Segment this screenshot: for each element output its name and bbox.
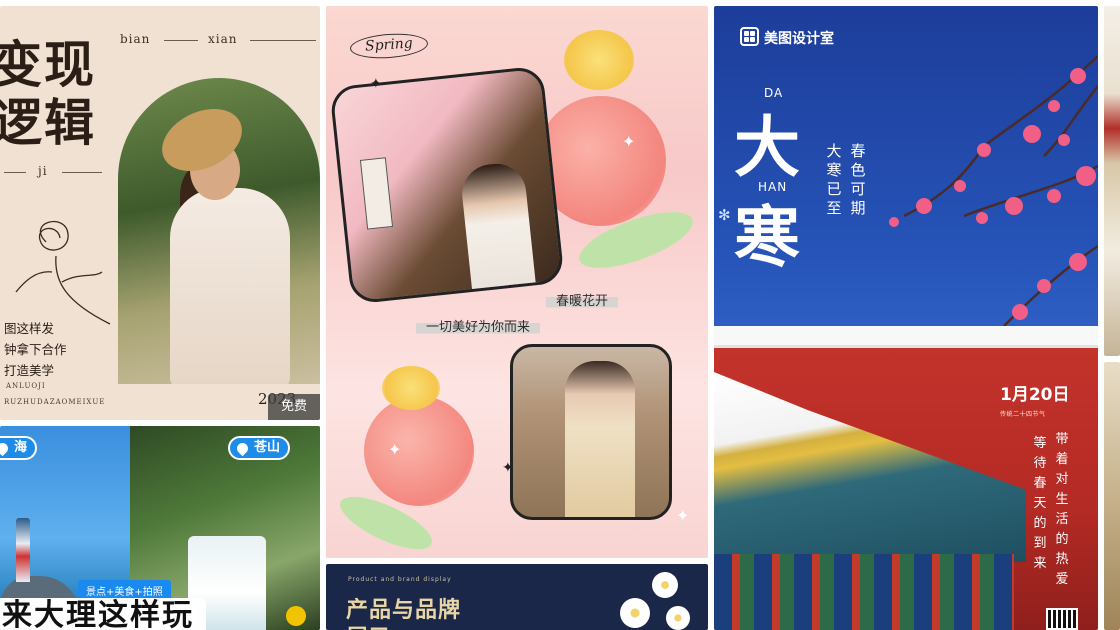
spring-label: Spring [349, 31, 429, 61]
template-card-product-brand[interactable]: Product and brand display 产品与品牌 展示 [326, 564, 708, 630]
pinyin-label: DA [764, 86, 784, 100]
rose-line-art-icon [15, 220, 111, 325]
template-card-dali-travel[interactable]: 海 苍山 景点+美食+拍照 来大理这样玩 [0, 426, 320, 630]
date-label: 1月20日 传统二十四节气 [1000, 385, 1070, 418]
divider [4, 172, 26, 173]
flower-icon [620, 598, 650, 628]
template-card-monetization[interactable]: 变现 逻辑 bian xian ji 图这样发 钟拿下合作 打造美学 ANLUO… [0, 6, 320, 420]
template-card-partial[interactable] [1104, 6, 1120, 356]
sparkle-icon: ✦ [388, 440, 402, 459]
pinyin-label: bian [120, 32, 151, 46]
location-pin-tag: 苍山 [228, 436, 291, 460]
location-pin-tag: 海 [0, 436, 38, 460]
card-title: 变现 逻辑 [0, 35, 96, 152]
snowflake-icon: ✻ [718, 206, 731, 224]
card-title-line2: 展示 [346, 620, 390, 630]
divider [164, 40, 198, 41]
photo-lighthouse [16, 518, 30, 582]
flower-icon [652, 572, 678, 598]
location-pin-icon [0, 440, 11, 457]
meitu-logo-icon [740, 27, 759, 46]
template-card-dahan[interactable]: 美图设计室 DA 大 HAN 寒 大寒已至 春色可期 ✻ 1月20日 传统二十四… [714, 6, 1098, 630]
pinyin-label: ji [38, 164, 48, 178]
flower-icon [666, 606, 690, 630]
plum-blossom-branch [889, 55, 1098, 326]
photo-woman-tree [510, 344, 672, 520]
card-small-label: Product and brand display [348, 576, 452, 583]
hanzi-han: 寒 [734, 198, 800, 276]
card-headline: 来大理这样玩 [0, 598, 206, 630]
card-subtitle: RUZHUDAZAOMEIXUE [4, 398, 106, 406]
sparkle-icon: ✦ [622, 132, 636, 151]
location-pin-icon [234, 440, 251, 457]
template-card-partial[interactable] [1104, 362, 1120, 630]
vertical-text: 等待春天的到来 [1033, 436, 1047, 571]
photo-woman-straw-hat [118, 78, 320, 384]
caption-spring: 春暖花开 [546, 288, 619, 311]
card-subtitle: ANLUOJI [6, 382, 46, 390]
caption-beauty: 一切美好为你而来 [416, 314, 541, 337]
star-icon: ✦ [502, 460, 514, 476]
pinyin-label: xian [208, 32, 238, 46]
brand-label: 美图设计室 [740, 27, 834, 48]
star-icon: ✦ [370, 76, 382, 92]
qr-code-icon [1046, 608, 1078, 630]
free-badge: 免费 [268, 394, 320, 420]
divider [250, 40, 316, 41]
vertical-text: 大寒已至 [826, 142, 842, 217]
vertical-text: 带着对生活的热爱 [1055, 432, 1069, 587]
photo-cherry-blossom [329, 65, 565, 305]
pinyin-label: HAN [758, 180, 788, 194]
moon-icon [286, 606, 306, 626]
hanzi-da: 大 [734, 108, 800, 186]
divider [62, 172, 102, 173]
sparkle-icon: ✦ [676, 506, 690, 525]
template-card-spring[interactable]: Spring 春暖花开 一切美好为你而来 ✦ ✦ ✦ ✦ ✦ [326, 6, 708, 558]
card-body-text: 图这样发 钟拿下合作 打造美学 [4, 321, 67, 378]
